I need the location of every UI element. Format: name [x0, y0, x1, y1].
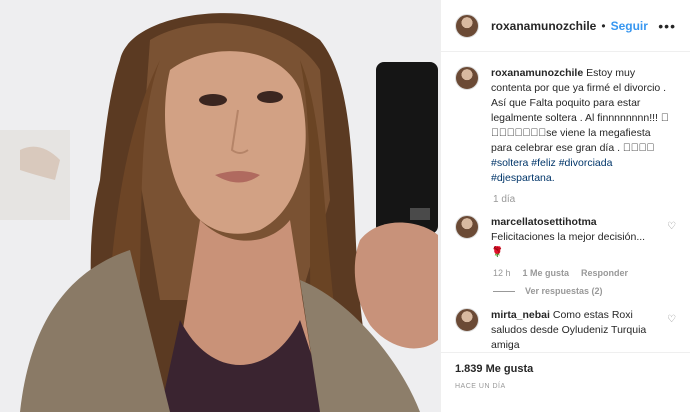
- hashtag[interactable]: #djespartana.: [491, 172, 555, 184]
- caption-text: Estoy muy contenta por que ya firmé el d…: [491, 67, 669, 154]
- rose-emoji: 🌹: [491, 247, 504, 258]
- hashtag[interactable]: #divorciada: [559, 157, 613, 169]
- avatar[interactable]: [455, 308, 479, 332]
- view-replies-label[interactable]: Ver respuestas (2): [525, 286, 603, 296]
- comment: marcellatosettihotma Felicitaciones la m…: [455, 215, 676, 260]
- more-options-icon[interactable]: •••: [658, 18, 676, 34]
- post-header: roxanamunozchile • Seguir •••: [441, 0, 690, 52]
- comments-list[interactable]: roxanamunozchile Estoy muy contenta por …: [441, 52, 690, 353]
- avatar[interactable]: [455, 13, 479, 38]
- comment-body: mirta_nebai Como estas Roxi saludos desd…: [491, 308, 656, 353]
- view-replies[interactable]: Ver respuestas (2): [493, 286, 676, 296]
- comment-username[interactable]: mirta_nebai: [491, 309, 550, 321]
- post-time[interactable]: HACE UN DÍA: [455, 383, 676, 390]
- caption-time[interactable]: 1 día: [493, 194, 676, 205]
- avatar[interactable]: [455, 66, 479, 90]
- like-heart-icon[interactable]: ♡: [667, 314, 676, 325]
- caption-text-block: roxanamunozchile Estoy muy contenta por …: [491, 66, 671, 186]
- reply-button[interactable]: Responder: [581, 268, 628, 278]
- comment-username[interactable]: marcellatosettihotma: [491, 216, 597, 228]
- follow-button[interactable]: Seguir: [611, 19, 648, 33]
- comment-text: Felicitaciones la mejor decisión...: [491, 231, 646, 243]
- hashtag[interactable]: #feliz: [531, 157, 556, 169]
- comment-body: marcellatosettihotma Felicitaciones la m…: [491, 215, 656, 260]
- hashtag[interactable]: #soltera: [491, 157, 528, 169]
- comments-panel: roxanamunozchile • Seguir ••• roxanamuno…: [441, 0, 690, 412]
- separator-dot: •: [601, 18, 606, 33]
- author-username[interactable]: roxanamunozchile: [491, 19, 596, 33]
- comment-meta: 12 h 1 Me gusta Responder: [493, 268, 676, 278]
- comment-likes[interactable]: 1 Me gusta: [523, 268, 570, 278]
- replies-line: [493, 290, 515, 292]
- post-footer: 1.839 Me gusta HACE UN DÍA: [441, 352, 690, 400]
- like-count[interactable]: 1.839 Me gusta: [455, 363, 676, 375]
- caption-username[interactable]: roxanamunozchile: [491, 67, 583, 79]
- caption: roxanamunozchile Estoy muy contenta por …: [455, 66, 676, 186]
- avatar[interactable]: [455, 215, 479, 239]
- comment: mirta_nebai Como estas Roxi saludos desd…: [455, 308, 676, 353]
- post-photo[interactable]: [0, 0, 440, 412]
- comment-time[interactable]: 12 h: [493, 268, 511, 278]
- selfie-image: [0, 0, 440, 412]
- like-heart-icon[interactable]: ♡: [667, 221, 676, 232]
